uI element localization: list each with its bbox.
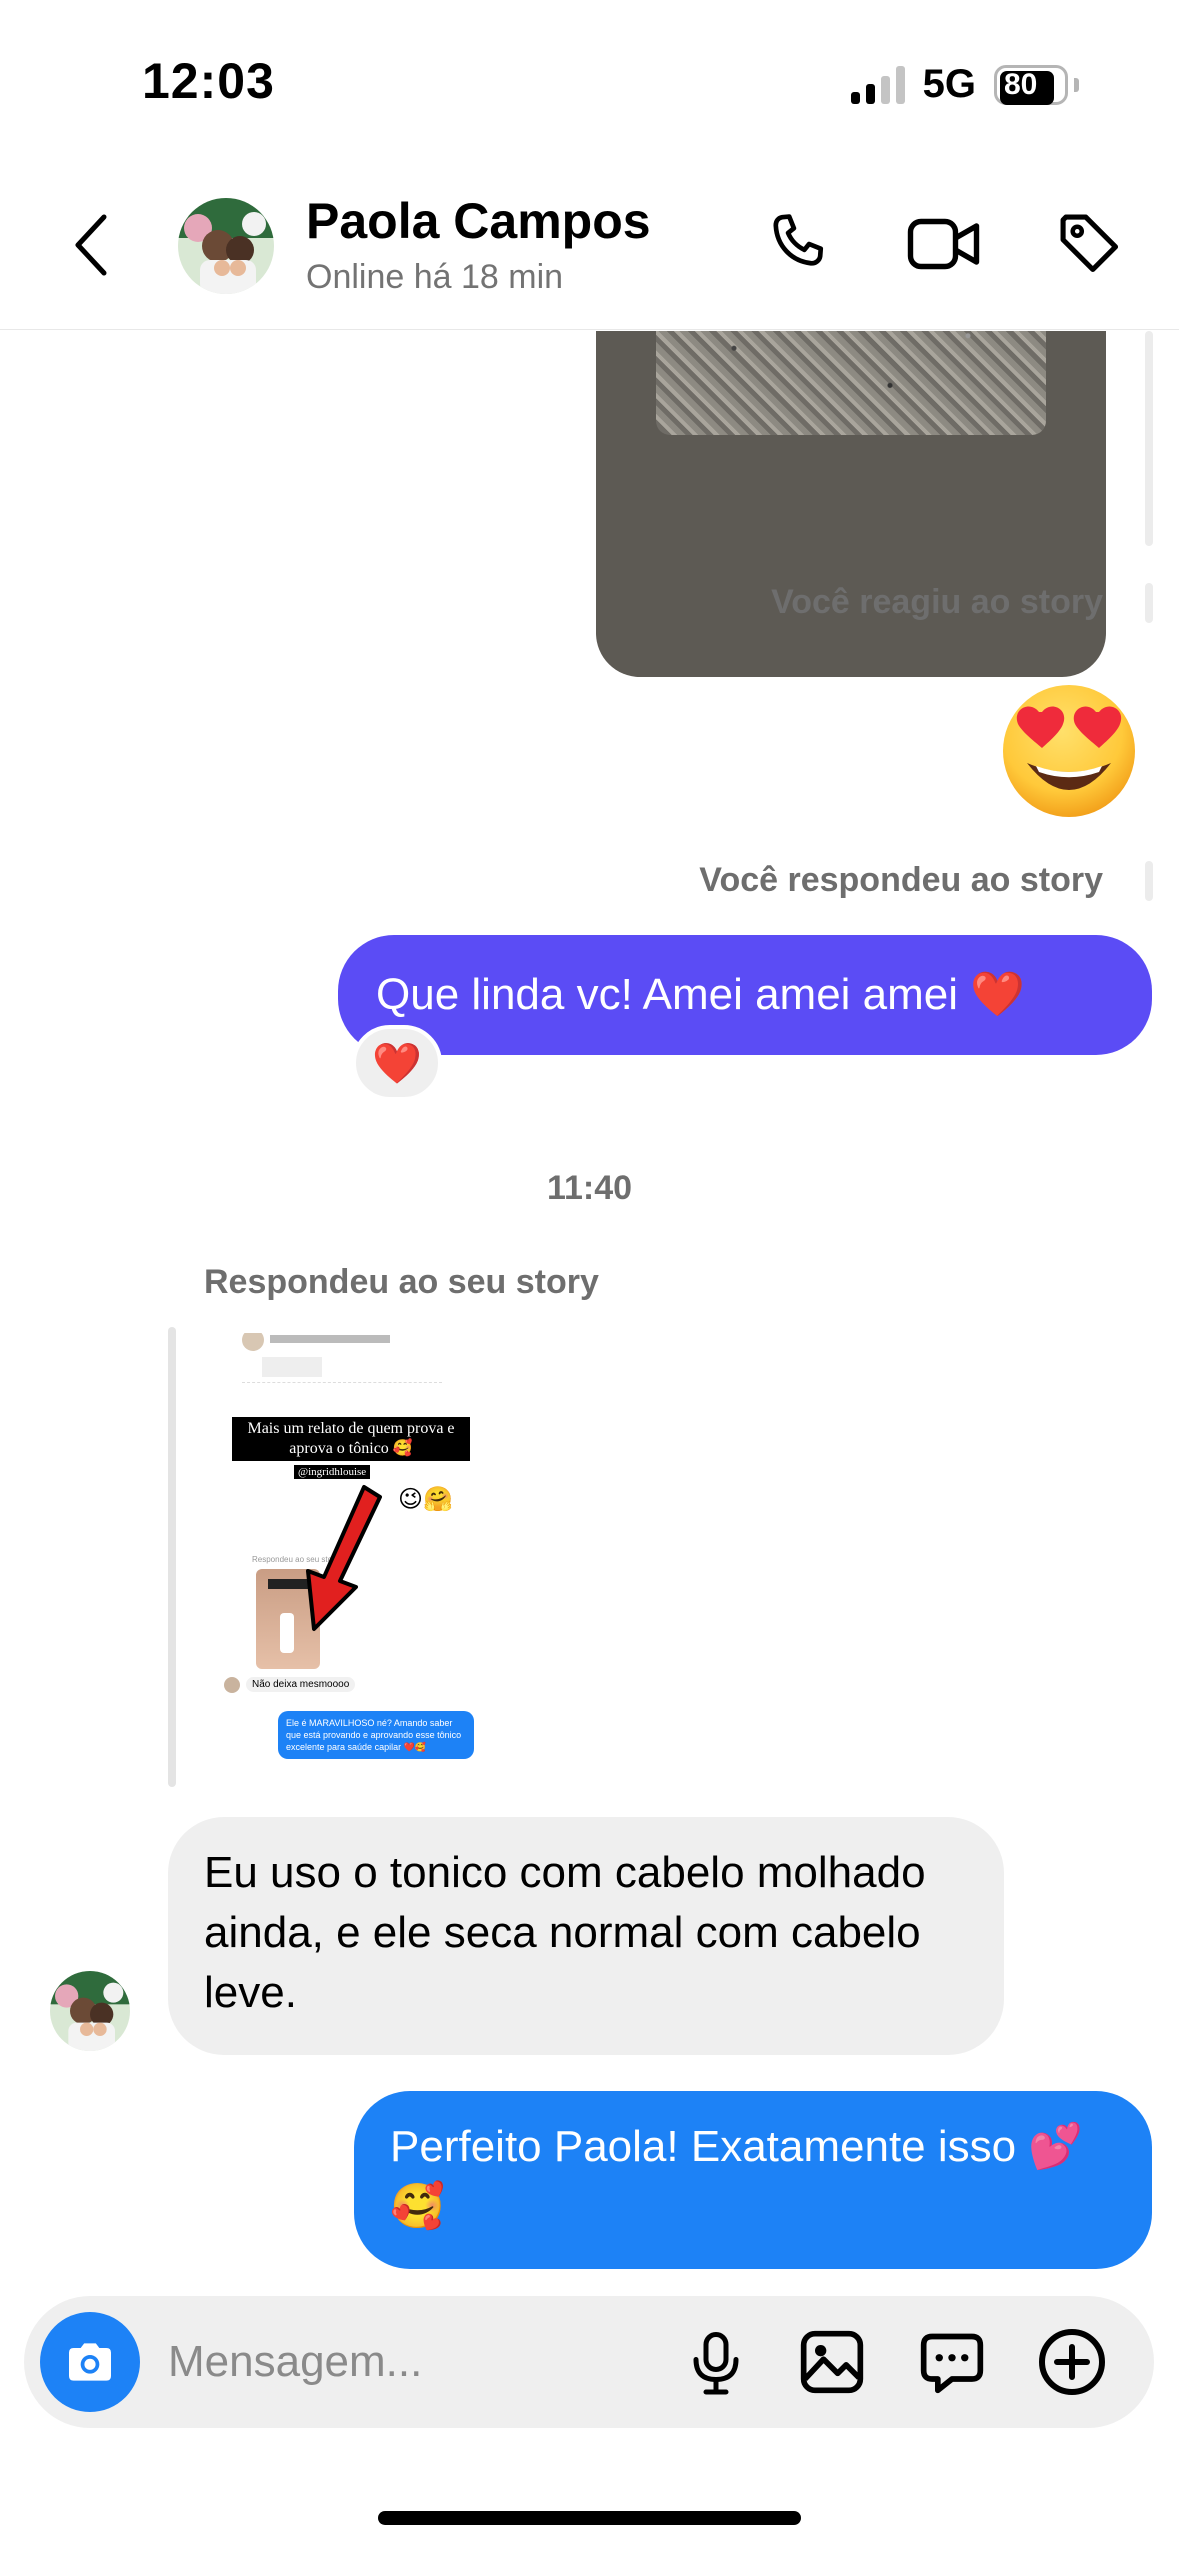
battery-cap [1074,77,1079,92]
red-arrow-icon [306,1485,382,1631]
heart-eyes-emoji [994,673,1144,823]
story-inner-avatar [224,1677,240,1693]
status-bar: 12:03 5G 80 [0,0,1179,160]
reacted-to-story-label: Você reagiu ao story [771,583,1103,621]
back-button[interactable] [60,210,120,280]
replied-story-preview[interactable]: Mais um relato de quem prova e aprova o … [168,1327,488,1787]
story-media-preview[interactable] [596,331,1106,677]
replied-to-story-label: Você respondeu ao story [699,861,1103,899]
story-inner-message: Ele é MARAVILHOSO né? Amando saber que e… [278,1711,474,1759]
chat-header: Paola Campos Online há 18 min [0,160,1179,330]
story-headline: Mais um relato de quem prova e aprova o … [232,1417,470,1461]
sticker-button[interactable] [912,2322,992,2402]
message-thread[interactable]: Você reagiu ao story Você respondeu ao s… [0,331,1179,2291]
plus-circle-icon [1039,2329,1105,2395]
gallery-button[interactable] [792,2322,872,2402]
story-handle: @ingridhlouise [294,1465,371,1479]
story-emojis: 😉🤗 [398,1486,453,1513]
contact-avatar[interactable] [178,198,274,294]
message-text: Que linda vc! Amei amei amei ❤️ [376,970,1026,1019]
message-text: Eu uso o tonico com cabelo molhado ainda… [204,1848,926,2017]
voice-call-button[interactable] [758,204,838,284]
message-composer [24,2296,1154,2428]
replied-to-your-story-label: Respondeu ao seu story [204,1263,599,1301]
tag-icon [1060,214,1119,273]
outgoing-message[interactable]: Que linda vc! Amei amei amei ❤️ [338,935,1152,1055]
contact-status: Online há 18 min [306,258,564,296]
phone-icon [773,214,824,266]
chat-bubble-icon [920,2333,984,2394]
reply-quote-bar [168,1327,176,1787]
contact-name[interactable]: Paola Campos [306,192,651,250]
add-button[interactable] [1032,2322,1112,2402]
incoming-message[interactable]: Eu uso o tonico com cabelo molhado ainda… [168,1817,1004,2055]
chevron-left-icon [75,214,107,276]
microphone-icon [693,2332,739,2395]
video-camera-icon [907,218,980,270]
tag-button[interactable] [1050,204,1130,284]
message-text: Perfeito Paola! Exatamente isso 💕 🥰 [390,2122,1084,2231]
sender-avatar[interactable] [50,1971,130,2051]
microphone-button[interactable] [676,2322,756,2402]
story-top-fragment [242,1333,442,1383]
message-timestamp: 11:40 [546,1169,633,1207]
story-inner-reply: Não deixa mesmoooo [246,1677,356,1692]
image-icon [800,2330,864,2394]
story-image [656,331,1046,435]
status-time: 12:03 [142,53,275,109]
outgoing-message[interactable]: Perfeito Paola! Exatamente isso 💕 🥰 [354,2091,1152,2269]
network-type: 5G [922,62,976,106]
video-call-button[interactable] [905,204,985,284]
battery-icon: 80 [994,64,1068,105]
reply-indicator [1145,861,1153,901]
camera-button[interactable] [40,2312,140,2412]
reaction-indicator [1145,583,1153,623]
story-thumbnail: Mais um relato de quem prova e aprova o … [222,1333,482,1787]
story-scroll-indicator [1145,331,1153,546]
message-reaction[interactable]: ❤️ [352,1025,442,1101]
status-indicators: 5G 80 [850,62,1079,107]
battery-level: 80 [1004,67,1038,101]
camera-icon [69,2343,111,2381]
heart-reaction-icon: ❤️ [372,1041,422,1086]
home-indicator[interactable] [378,2511,801,2525]
cellular-signal-icon [850,65,905,104]
message-input[interactable] [168,2326,648,2398]
